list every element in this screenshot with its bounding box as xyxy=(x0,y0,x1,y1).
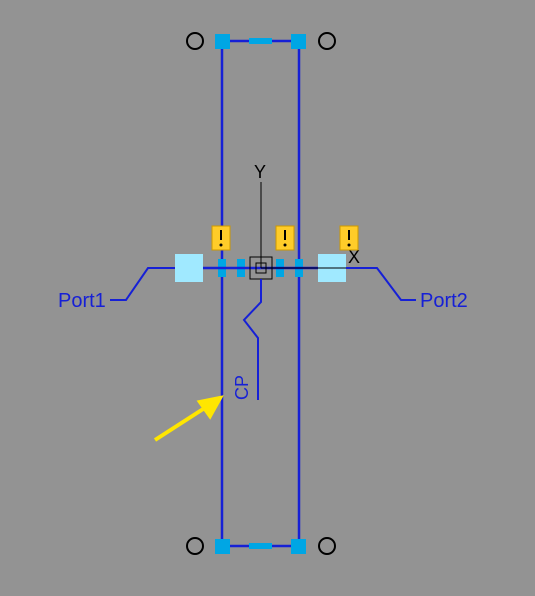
warning-marker-2 xyxy=(276,226,294,250)
axis-y-label: Y xyxy=(254,162,266,182)
warning-marker-3 xyxy=(340,226,358,250)
corner-ring-tl xyxy=(187,33,203,49)
handle-corner-tl[interactable] xyxy=(215,34,230,49)
port2-leader xyxy=(346,268,416,300)
warning-marker-1 xyxy=(212,226,230,250)
port1-leader xyxy=(110,268,175,300)
handle-corner-bl[interactable] xyxy=(215,539,230,554)
annotation-arrow xyxy=(155,398,220,440)
port2-label: Port2 xyxy=(420,290,468,312)
corner-ring-bl xyxy=(187,538,203,554)
port1-label: Port1 xyxy=(58,290,106,312)
schematic-canvas[interactable]: X Y Port1 Port2 CP xyxy=(0,0,535,596)
handle-corner-br[interactable] xyxy=(291,539,306,554)
handle-corner-tr[interactable] xyxy=(291,34,306,49)
corner-ring-br xyxy=(319,538,335,554)
corner-ring-tr xyxy=(319,33,335,49)
cp-label: CP xyxy=(232,375,252,400)
pad-port1[interactable] xyxy=(175,254,203,282)
